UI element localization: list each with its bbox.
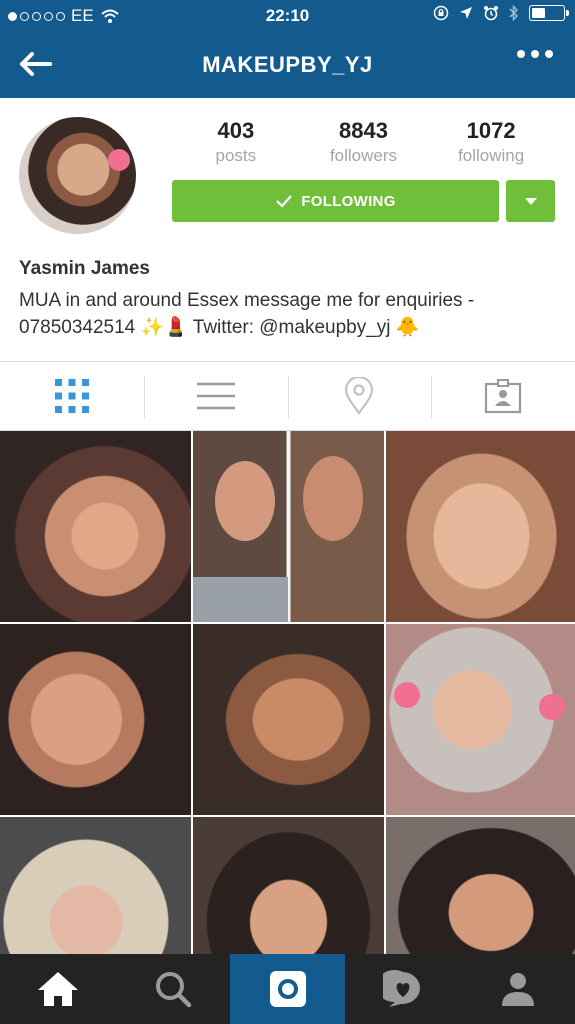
profile-username-title: MAKEUPBY_YJ (202, 52, 373, 77)
alarm-icon (484, 6, 498, 21)
followers-count: 8843 (339, 118, 388, 143)
suggested-accounts-dropdown[interactable] (506, 180, 555, 222)
camera-icon (269, 971, 306, 1007)
location-icon (345, 377, 374, 415)
profile-icon (501, 973, 534, 1006)
following-label: following (458, 146, 525, 165)
tab-photo-map[interactable] (287, 362, 432, 430)
avatar[interactable] (19, 117, 136, 234)
grid-view-icon (54, 379, 89, 413)
tagged-photos-icon (485, 379, 522, 414)
checkmark-icon (276, 195, 293, 208)
top-bar: EE 22:10 MAKEUPBY_YJ (0, 0, 575, 98)
status-bar: EE 22:10 (0, 0, 575, 32)
profile-bio: MUA in and around Essex message me for e… (19, 290, 475, 338)
bottom-nav-bar (0, 954, 575, 1024)
profile-full-name: Yasmin James (19, 258, 150, 279)
photo-thumbnail[interactable] (193, 624, 384, 815)
following-count: 1072 (466, 118, 516, 143)
nav-profile[interactable] (460, 954, 575, 1024)
posts-label: posts (215, 146, 257, 165)
tab-tagged-photos[interactable] (431, 362, 575, 430)
caret-down-icon (524, 197, 537, 205)
profile-stats: 403 posts 8843 followers 1072 following (172, 118, 555, 166)
photo-thumbnail[interactable] (386, 431, 575, 622)
photo-grid (0, 431, 575, 1008)
following-button[interactable]: FOLLOWING (172, 180, 499, 222)
more-options-icon[interactable] (517, 50, 553, 58)
location-arrow-icon (460, 7, 472, 19)
profile-view-tabs (0, 361, 575, 431)
tab-grid-view[interactable] (0, 362, 144, 430)
followers-label: followers (329, 146, 398, 165)
nav-search[interactable] (115, 954, 230, 1024)
posts-count: 403 (217, 118, 255, 143)
list-view-icon (196, 382, 235, 410)
nav-camera[interactable] (230, 954, 345, 1024)
photo-thumbnail[interactable] (0, 431, 191, 622)
following-button-label: FOLLOWING (301, 192, 396, 210)
photo-thumbnail[interactable] (193, 431, 384, 622)
nav-home[interactable] (0, 954, 115, 1024)
bluetooth-icon (509, 5, 519, 21)
rotation-lock-icon (433, 5, 449, 21)
photo-thumbnail[interactable] (386, 624, 575, 815)
tab-list-view[interactable] (143, 362, 288, 430)
following-stat[interactable]: 1072 following (427, 118, 555, 166)
photo-thumbnail[interactable] (0, 624, 191, 815)
battery-icon (529, 5, 569, 21)
search-icon (155, 972, 191, 1008)
activity-icon (382, 970, 420, 1007)
home-icon (37, 972, 78, 1006)
posts-stat[interactable]: 403 posts (172, 118, 300, 166)
nav-activity[interactable] (345, 954, 460, 1024)
followers-stat[interactable]: 8843 followers (300, 118, 428, 166)
